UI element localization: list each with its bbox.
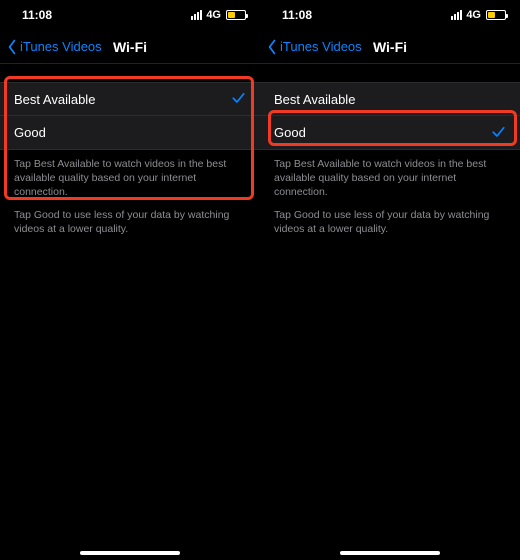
- home-indicator[interactable]: [80, 551, 180, 555]
- option-best-available[interactable]: Best Available: [260, 82, 520, 116]
- network-type: 4G: [206, 9, 221, 21]
- footer-line-1: Tap Best Available to watch videos in th…: [274, 157, 506, 200]
- battery-icon: [486, 10, 506, 20]
- battery-fill: [488, 12, 495, 18]
- home-indicator[interactable]: [340, 551, 440, 555]
- status-bar: 11:08 4G: [0, 0, 260, 30]
- checkmark-icon: [491, 124, 506, 142]
- footer-line-2: Tap Good to use less of your data by wat…: [14, 208, 246, 236]
- option-label: Best Available: [14, 92, 95, 107]
- content-area: Best Available Good Tap Best Available t…: [0, 64, 260, 560]
- network-type: 4G: [466, 9, 481, 21]
- nav-bar: iTunes Videos Wi-Fi: [0, 30, 260, 64]
- status-right: 4G: [191, 9, 246, 21]
- option-label: Best Available: [274, 92, 355, 107]
- checkmark-icon: [231, 90, 246, 108]
- signal-icon: [451, 10, 462, 20]
- back-label: iTunes Videos: [20, 39, 102, 54]
- battery-fill: [228, 12, 235, 18]
- nav-bar: iTunes Videos Wi-Fi: [260, 30, 520, 64]
- footer-text: Tap Best Available to watch videos in th…: [0, 150, 260, 236]
- battery-icon: [226, 10, 246, 20]
- phone-screen-left: 11:08 4G iTunes Videos Wi-Fi Best Availa…: [0, 0, 260, 560]
- content-area: Best Available Good Tap Best Available t…: [260, 64, 520, 560]
- status-bar: 11:08 4G: [260, 0, 520, 30]
- back-button[interactable]: iTunes Videos: [0, 39, 102, 55]
- chevron-left-icon: [266, 39, 278, 55]
- option-good[interactable]: Good: [260, 116, 520, 150]
- back-label: iTunes Videos: [280, 39, 362, 54]
- phone-screen-right: 11:08 4G iTunes Videos Wi-Fi Best Availa…: [260, 0, 520, 560]
- option-good[interactable]: Good: [0, 116, 260, 150]
- footer-line-2: Tap Good to use less of your data by wat…: [274, 208, 506, 236]
- option-label: Good: [14, 125, 46, 140]
- status-time: 11:08: [22, 8, 52, 22]
- option-best-available[interactable]: Best Available: [0, 82, 260, 116]
- status-time: 11:08: [282, 8, 312, 22]
- footer-text: Tap Best Available to watch videos in th…: [260, 150, 520, 236]
- signal-icon: [191, 10, 202, 20]
- chevron-left-icon: [6, 39, 18, 55]
- footer-line-1: Tap Best Available to watch videos in th…: [14, 157, 246, 200]
- status-right: 4G: [451, 9, 506, 21]
- back-button[interactable]: iTunes Videos: [260, 39, 362, 55]
- option-label: Good: [274, 125, 306, 140]
